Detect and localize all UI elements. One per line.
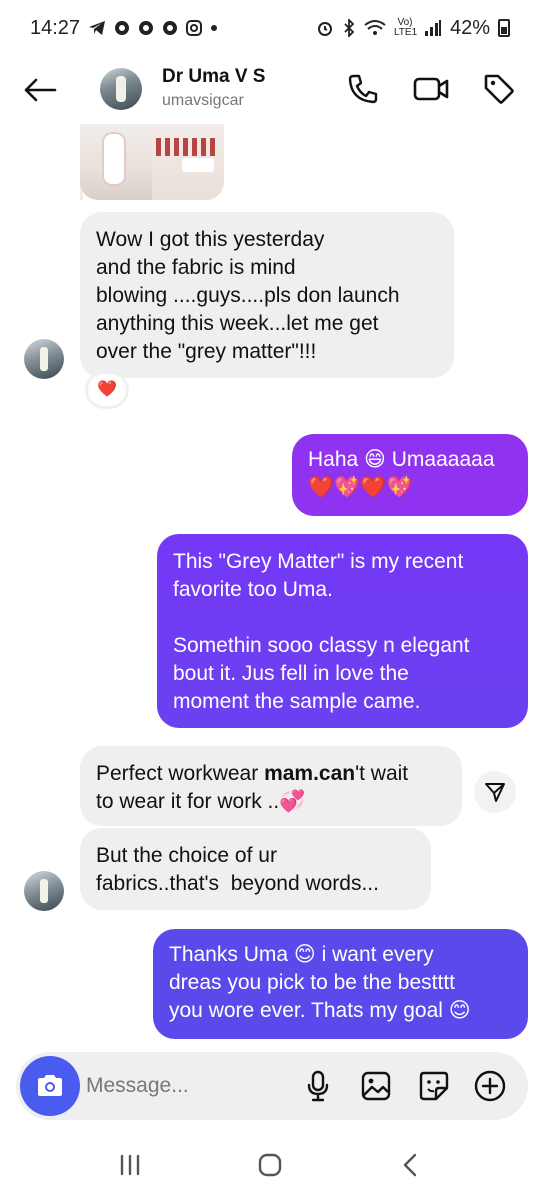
more-options-button[interactable] — [472, 1068, 508, 1104]
microphone-icon — [307, 1070, 329, 1102]
battery-percent: 42% — [449, 16, 490, 39]
network-label: Vo) LTE1 — [393, 17, 418, 38]
chat-header: Dr Uma V S umavsigcar — [0, 56, 540, 124]
voice-call-button[interactable] — [344, 70, 382, 108]
notification-icon — [138, 20, 154, 36]
shared-media-thumbnail[interactable] — [80, 124, 224, 200]
contact-username[interactable]: umavsigcar — [162, 92, 244, 110]
back-arrow-icon — [24, 78, 57, 102]
message-text: Perfect workwear — [96, 762, 265, 785]
outgoing-message[interactable]: Thanks Uma 😊 i want every dreas you pick… — [153, 929, 528, 1039]
message-composer — [16, 1052, 528, 1120]
video-call-icon — [413, 77, 449, 101]
back-button[interactable] — [20, 72, 60, 108]
tag-icon — [484, 74, 514, 104]
system-nav-bar — [0, 1130, 540, 1200]
chevron-left-icon — [403, 1153, 417, 1177]
status-time: 14:27 — [30, 16, 81, 39]
chat-thread: Wow I got this yesterday and the fabric … — [0, 124, 540, 1044]
incoming-message[interactable]: Perfect workwear mam.can't wait to wear … — [80, 746, 462, 826]
recent-apps-icon — [120, 1154, 140, 1176]
contact-name[interactable]: Dr Uma V S — [162, 66, 265, 88]
recent-apps-button[interactable] — [105, 1140, 155, 1190]
dot-icon — [210, 24, 218, 32]
incoming-message[interactable]: But the choice of ur fabrics..that's bey… — [80, 828, 431, 910]
back-nav-button[interactable] — [385, 1140, 435, 1190]
send-icon — [485, 783, 505, 802]
heart-icon: ❤️ — [97, 381, 117, 398]
alarm-icon — [316, 19, 334, 37]
home-button[interactable] — [245, 1140, 295, 1190]
home-icon — [258, 1153, 282, 1177]
camera-icon — [38, 1075, 62, 1096]
outgoing-message[interactable]: Haha 😄 Umaaaaaa ❤️💖❤️💖 — [292, 434, 528, 516]
heart-reaction[interactable]: ❤️ — [88, 374, 126, 406]
tag-button[interactable] — [480, 70, 518, 108]
sender-avatar[interactable] — [24, 339, 64, 379]
incoming-message[interactable]: Wow I got this yesterday and the fabric … — [80, 212, 454, 378]
contact-avatar[interactable] — [100, 68, 142, 110]
sticker-icon — [419, 1071, 449, 1101]
bluetooth-icon — [342, 19, 356, 37]
battery-icon — [498, 19, 510, 37]
notification-icon — [162, 20, 178, 36]
sender-avatar[interactable] — [24, 871, 64, 911]
outgoing-message[interactable]: This "Grey Matter" is my recent favorite… — [157, 534, 528, 728]
message-input[interactable] — [86, 1068, 296, 1104]
plus-icon — [474, 1070, 506, 1102]
signal-icon — [424, 20, 442, 36]
media-photo — [152, 124, 224, 200]
phone-icon — [348, 74, 378, 104]
share-button[interactable] — [474, 771, 516, 813]
gallery-icon — [361, 1071, 391, 1101]
telegram-icon — [88, 20, 106, 36]
video-call-button[interactable] — [412, 70, 450, 108]
wifi-icon — [364, 19, 386, 37]
instagram-icon — [186, 20, 203, 36]
gallery-button[interactable] — [358, 1068, 394, 1104]
media-photo — [80, 124, 152, 200]
voice-message-button[interactable] — [300, 1068, 336, 1104]
camera-button[interactable] — [20, 1056, 80, 1116]
sticker-button[interactable] — [416, 1068, 452, 1104]
message-bold-text: mam.can — [264, 762, 356, 785]
notification-icon — [114, 20, 130, 36]
status-bar: 14:27 Vo) LTE1 42% — [0, 0, 540, 56]
